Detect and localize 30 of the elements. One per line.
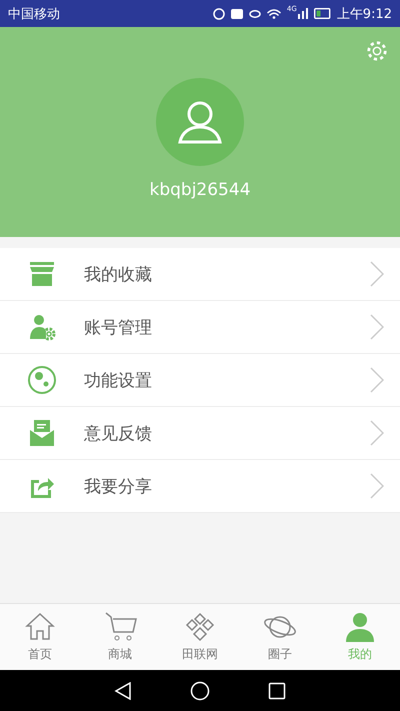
nav-tab[interactable]: 田联网 [160,604,240,670]
chevron-icon [370,420,384,446]
battery-icon [314,8,331,19]
nav-tab[interactable]: 圈子 [240,604,320,670]
menu-item[interactable]: 我要分享 [0,460,400,513]
nav-tab[interactable]: 商城 [80,604,160,670]
user-icon [343,611,377,643]
diamond-grid-icon [183,611,217,643]
back-icon[interactable] [114,682,132,700]
status-time: 上午9:12 [336,6,392,22]
wifi-icon [266,8,281,19]
carrier-name: 中国移动 [8,6,60,22]
username: kbqbj26544 [149,180,251,200]
envelope-icon [27,418,57,448]
store-icon [27,259,57,289]
home-icon[interactable] [190,680,210,700]
menu-item[interactable]: 我的收藏 [0,248,400,301]
chevron-icon [370,314,384,340]
menu-item[interactable]: 意见反馈 [0,407,400,460]
cart-icon [103,611,137,643]
menu-item[interactable]: 账号管理 [0,301,400,354]
chevron-icon [370,367,384,393]
menu-item[interactable]: 功能设置 [0,354,400,407]
recents-icon[interactable] [268,682,286,700]
house-icon [23,611,57,643]
chevron-icon [370,261,384,287]
signal-icon [298,8,308,19]
chevron-icon [370,473,384,499]
user-gear-icon [27,312,57,342]
nav-tab[interactable]: 首页 [0,604,80,670]
